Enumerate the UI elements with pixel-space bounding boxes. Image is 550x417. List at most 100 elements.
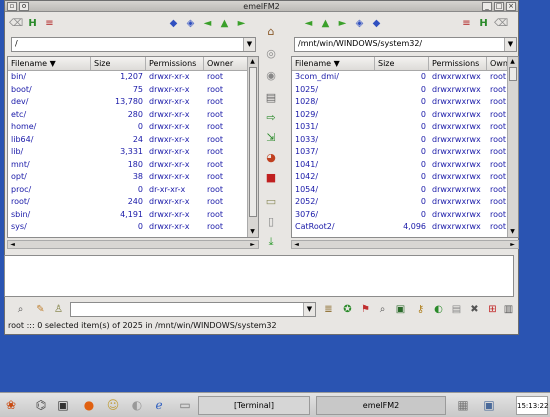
column-filename[interactable]: Filename ▼ xyxy=(292,57,375,70)
download-icon[interactable]: ⤓ xyxy=(264,235,278,249)
scroll-left-icon[interactable]: ◄ xyxy=(292,241,301,248)
right-scroll-thumb[interactable] xyxy=(509,67,517,81)
hidden-files-icon[interactable]: H xyxy=(477,17,490,30)
left-file-list[interactable]: Filename ▼ Size Permissions Owner bin/1,… xyxy=(7,56,259,238)
edit-icon[interactable]: ✎ xyxy=(34,303,47,316)
file-row[interactable]: 1041/0 drwxrwxrwx root xyxy=(292,159,518,172)
window-list-icon[interactable]: ▭ xyxy=(176,396,194,414)
history-icon[interactable]: ◈ xyxy=(184,17,197,30)
bookmarks-icon[interactable]: ◆ xyxy=(167,17,180,30)
chevron-down-icon[interactable]: ▼ xyxy=(303,303,315,316)
left-path-text[interactable]: / xyxy=(15,39,18,48)
filter-icon[interactable]: ≡ xyxy=(460,17,473,30)
up-icon[interactable]: ▲ xyxy=(218,17,231,30)
disc-icon[interactable]: ◉ xyxy=(264,69,278,83)
scroll-right-icon[interactable]: ► xyxy=(508,241,517,248)
history-icon[interactable]: ◈ xyxy=(353,17,366,30)
file-row[interactable]: 2052/0 drwxrwxrwx root xyxy=(292,196,518,209)
scroll-up-icon[interactable]: ▲ xyxy=(508,58,517,65)
folder-icon[interactable]: ▭ xyxy=(264,195,278,209)
network-icon[interactable]: ⌬ xyxy=(32,396,50,414)
left-horizontal-scrollbar[interactable]: ◄ ► xyxy=(7,240,259,249)
terminal-app-icon[interactable]: ▣ xyxy=(54,396,72,414)
maximize-button[interactable]: □ xyxy=(494,2,504,11)
file-row[interactable]: bin/1,207 drwxr-xr-x root xyxy=(8,71,258,84)
taskbar-item-terminal[interactable]: [Terminal] xyxy=(198,396,310,415)
plugin-icon[interactable]: ◐ xyxy=(432,303,445,316)
user-icon[interactable]: ♙ xyxy=(52,303,65,316)
taskbar-item-emelfm2[interactable]: emelFM2 xyxy=(316,396,446,415)
close-button[interactable]: × xyxy=(506,2,516,11)
permissions-icon[interactable]: ◕ xyxy=(264,151,278,165)
left-path-combo[interactable]: / ▼ xyxy=(11,37,256,52)
search-icon[interactable]: ⌕ xyxy=(14,303,27,316)
command-input[interactable]: ▼ xyxy=(70,302,316,317)
find-icon[interactable]: ⌕ xyxy=(376,303,389,316)
file-row[interactable]: 1054/0 drwxrwxrwx root xyxy=(292,184,518,197)
file-row[interactable]: mnt/180 drwxr-xr-x root xyxy=(8,159,258,172)
file-row[interactable]: 1033/0 drwxrwxrwx root xyxy=(292,134,518,147)
chevron-down-icon[interactable]: ▼ xyxy=(243,38,255,51)
browser-icon[interactable]: ℯ xyxy=(150,396,168,414)
config-icon[interactable]: ▤ xyxy=(450,303,463,316)
trash-icon[interactable]: ⌫ xyxy=(494,17,508,30)
file-row[interactable]: root/240 drwxr-xr-x root xyxy=(8,196,258,209)
column-owner[interactable]: Own xyxy=(487,57,509,70)
column-permissions[interactable]: Permissions xyxy=(146,57,204,70)
copy-icon[interactable]: ⇨ xyxy=(264,111,278,125)
back-icon[interactable]: ◄ xyxy=(201,17,214,30)
column-permissions[interactable]: Permissions xyxy=(429,57,487,70)
file-row[interactable]: 1025/0 drwxrwxrwx root xyxy=(292,84,518,97)
tools-icon[interactable]: ✖ xyxy=(468,303,481,316)
list-icon[interactable]: ≣ xyxy=(322,303,335,316)
home-icon[interactable]: ⌂ xyxy=(264,25,278,39)
hidden-files-icon[interactable]: H xyxy=(26,17,39,30)
quit-icon[interactable]: ▥ xyxy=(502,303,515,316)
start-menu-icon[interactable]: ❀ xyxy=(2,396,20,414)
file-row[interactable]: 1031/0 drwxrwxrwx root xyxy=(292,121,518,134)
file-row[interactable]: 1028/0 drwxrwxrwx root xyxy=(292,96,518,109)
bookmarks-icon[interactable]: ◆ xyxy=(370,17,383,30)
left-vertical-scrollbar[interactable]: ▲ ▼ xyxy=(247,57,258,237)
file-row[interactable]: sbin/4,191 drwxr-xr-x root xyxy=(8,209,258,222)
file-row[interactable]: proc/0 dr-xr-xr-x root xyxy=(8,184,258,197)
column-filename[interactable]: Filename ▼ xyxy=(8,57,91,70)
scroll-down-icon[interactable]: ▼ xyxy=(248,228,257,235)
mascot-icon[interactable]: ☺ xyxy=(104,396,122,414)
up-icon[interactable]: ▲ xyxy=(319,17,332,30)
chevron-down-icon[interactable]: ▼ xyxy=(504,38,516,51)
column-owner[interactable]: Owner xyxy=(204,57,249,70)
workspace-icon[interactable]: ▣ xyxy=(480,396,498,414)
file-row[interactable]: dev/13,780 drwxr-xr-x root xyxy=(8,96,258,109)
right-path-combo[interactable]: /mnt/win/WINDOWS/system32/ ▼ xyxy=(294,37,517,52)
file-row[interactable]: 1029/0 drwxrwxrwx root xyxy=(292,109,518,122)
right-path-text[interactable]: /mnt/win/WINDOWS/system32/ xyxy=(298,39,422,48)
media-icon[interactable]: ◐ xyxy=(128,396,146,414)
refresh-icon[interactable]: ◎ xyxy=(264,47,278,61)
move-icon[interactable]: ⇲ xyxy=(264,131,278,145)
network-icon[interactable]: ⚑ xyxy=(359,303,372,316)
file-row[interactable]: sys/0 drwxr-xr-x root xyxy=(8,221,258,234)
file-row[interactable]: 1042/0 drwxrwxrwx root xyxy=(292,171,518,184)
left-scroll-thumb[interactable] xyxy=(249,67,257,217)
file-row[interactable]: etc/280 drwxr-xr-x root xyxy=(8,109,258,122)
pager-icon[interactable]: ▦ xyxy=(454,396,472,414)
file-row[interactable]: opt/38 drwxr-xr-x root xyxy=(8,171,258,184)
archive-icon[interactable]: ■ xyxy=(264,171,278,185)
right-horizontal-scrollbar[interactable]: ◄ ► xyxy=(291,240,519,249)
forward-icon[interactable]: ► xyxy=(336,17,349,30)
right-file-list[interactable]: Filename ▼ Size Permissions Own 3com_dmi… xyxy=(291,56,519,238)
scroll-up-icon[interactable]: ▲ xyxy=(248,58,257,65)
help-icon[interactable]: ⊞ xyxy=(486,303,499,316)
file-row[interactable]: CatRoot2/4,096 drwxrwxrwx root xyxy=(292,221,518,234)
file-row[interactable]: 1037/0 drwxrwxrwx root xyxy=(292,146,518,159)
scroll-right-icon[interactable]: ► xyxy=(248,241,257,248)
forward-icon[interactable]: ► xyxy=(235,17,248,30)
file-row[interactable]: 3076/0 drwxrwxrwx root xyxy=(292,209,518,222)
file-row[interactable]: lib/3,331 drwxr-xr-x root xyxy=(8,146,258,159)
file-row[interactable]: lib64/24 drwxr-xr-x root xyxy=(8,134,258,147)
scroll-left-icon[interactable]: ◄ xyxy=(8,241,17,248)
key-icon[interactable]: ⚷ xyxy=(414,303,427,316)
new-file-icon[interactable]: ▯ xyxy=(264,215,278,229)
trash-icon[interactable]: ⌫ xyxy=(9,17,23,30)
